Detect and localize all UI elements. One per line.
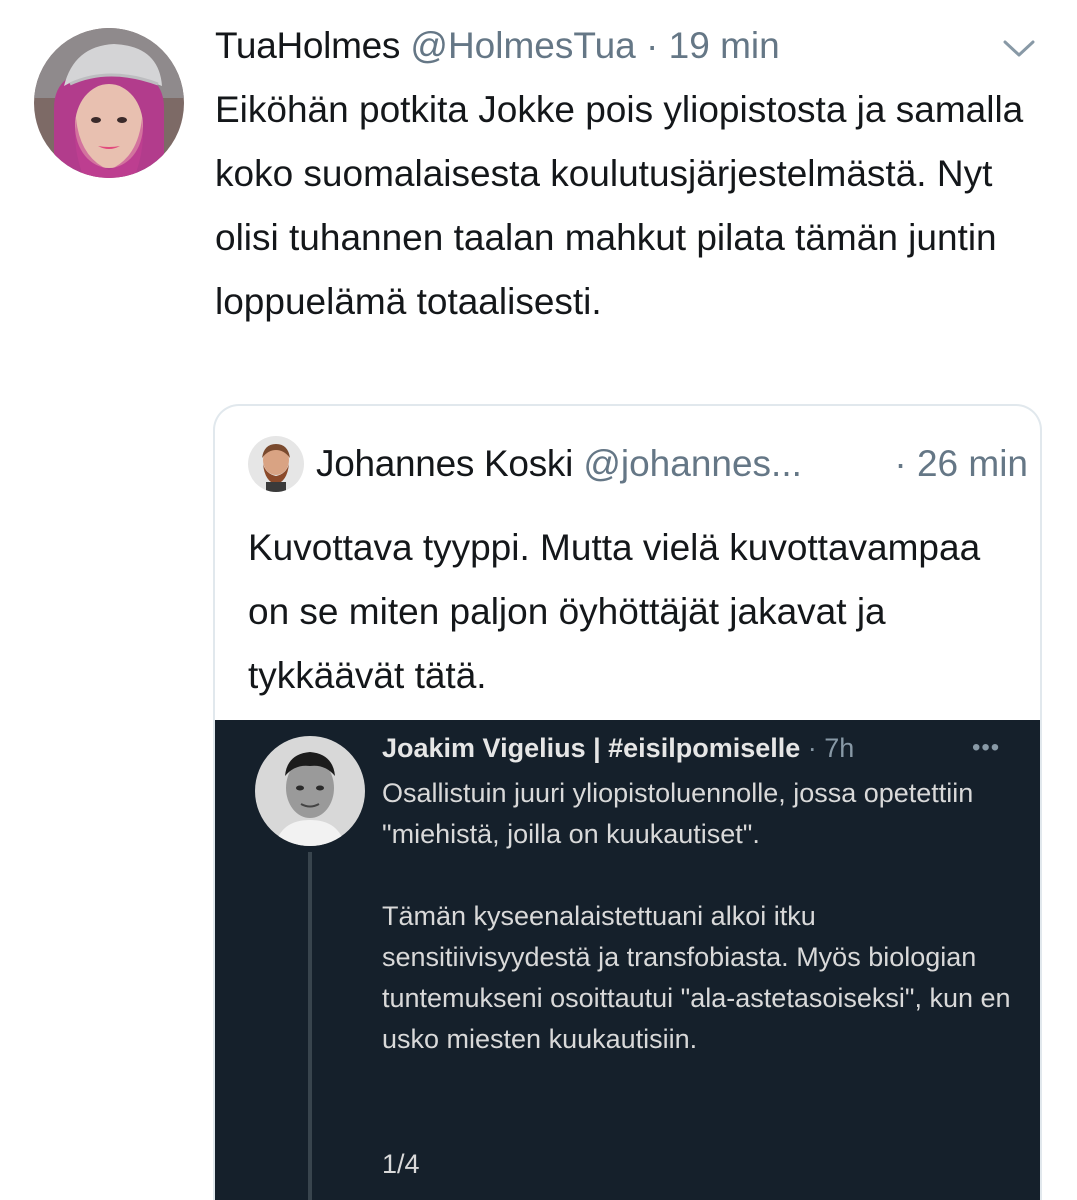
tweet-text: Eiköhän potkita Jokke pois yliopistosta … [215, 89, 1024, 322]
quote-text: Kuvottava tyyppi. Mutta vielä kuvottavam… [248, 527, 981, 696]
embedded-paragraph: Osallistuin juuri yliopistoluennolle, jo… [382, 778, 974, 849]
embedded-header: Joakim Vigelius | #eisilpomiselle · 7h [382, 730, 854, 766]
thread-count: 1/4 [382, 1149, 420, 1179]
timestamp[interactable]: 19 min [669, 25, 780, 66]
avatar [255, 736, 365, 846]
more-options-icon: ••• [972, 734, 1001, 761]
display-name: Joakim Vigelius | #eisilpomiselle [382, 733, 801, 763]
avatar[interactable] [34, 28, 184, 178]
display-name[interactable]: TuaHolmes [215, 25, 400, 66]
timestamp[interactable]: · 26 min [894, 438, 1028, 490]
user-handle[interactable]: @johannes... [583, 443, 802, 484]
quoted-tweet[interactable]: Johannes Koski @johannes... · 26 min Kuv… [213, 404, 1042, 1200]
embedded-paragraph: Tämän kyseenalaistettuani alkoi itku sen… [382, 901, 1011, 1054]
timestamp: · 7h [807, 733, 855, 763]
avatar[interactable] [248, 436, 304, 492]
embedded-screenshot[interactable]: Joakim Vigelius | #eisilpomiselle · 7h •… [215, 720, 1040, 1200]
chevron-down-icon[interactable] [1001, 30, 1037, 66]
display-name[interactable]: Johannes Koski [316, 443, 573, 484]
separator: · [646, 25, 659, 66]
user-handle[interactable]: @HolmesTua [410, 25, 635, 66]
profile-photo-icon [34, 28, 184, 178]
quote-header: Johannes Koski @johannes... · 26 min [316, 438, 1028, 490]
profile-photo-icon [248, 436, 304, 492]
embedded-text: Osallistuin juuri yliopistoluennolle, jo… [382, 773, 1022, 1060]
tweet-header: TuaHolmes @HolmesTua · 19 min [215, 22, 1077, 70]
profile-photo-icon [255, 736, 365, 846]
thread-line [308, 852, 312, 1200]
